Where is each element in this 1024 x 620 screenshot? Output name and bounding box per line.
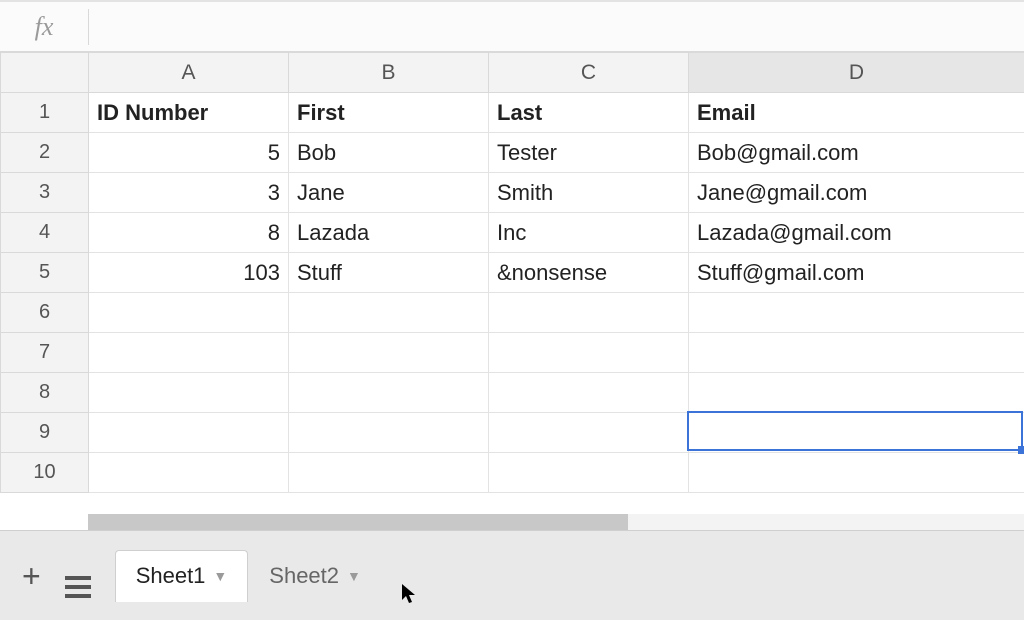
cell-C7[interactable] <box>489 333 689 373</box>
cell-D2[interactable]: Bob@gmail.com <box>689 133 1024 173</box>
cell-A10[interactable] <box>89 453 289 493</box>
cell-B5[interactable]: Stuff <box>289 253 489 293</box>
cell-D5[interactable]: Stuff@gmail.com <box>689 253 1024 293</box>
row-header-2[interactable]: 2 <box>1 133 89 173</box>
cell-C1[interactable]: Last <box>489 93 689 133</box>
cell-D4[interactable]: Lazada@gmail.com <box>689 213 1024 253</box>
cell-C3[interactable]: Smith <box>489 173 689 213</box>
cell-A7[interactable] <box>89 333 289 373</box>
cell-C2[interactable]: Tester <box>489 133 689 173</box>
formula-bar: fx <box>0 0 1024 52</box>
row-header-3[interactable]: 3 <box>1 173 89 213</box>
cell-A4[interactable]: 8 <box>89 213 289 253</box>
cell-D8[interactable] <box>689 373 1024 413</box>
cell-C6[interactable] <box>489 293 689 333</box>
cell-A1[interactable]: ID Number <box>89 93 289 133</box>
row-header-10[interactable]: 10 <box>1 453 89 493</box>
cell-D9[interactable] <box>689 413 1024 453</box>
chevron-down-icon[interactable]: ▼ <box>213 568 227 584</box>
add-sheet-button[interactable]: + <box>22 560 41 592</box>
column-header-A[interactable]: A <box>89 53 289 93</box>
sheet-tab-sheet1[interactable]: Sheet1 ▼ <box>115 550 249 602</box>
cell-B7[interactable] <box>289 333 489 373</box>
column-header-D[interactable]: D <box>689 53 1024 93</box>
row-header-7[interactable]: 7 <box>1 333 89 373</box>
cell-A3[interactable]: 3 <box>89 173 289 213</box>
cell-A2[interactable]: 5 <box>89 133 289 173</box>
all-sheets-button[interactable] <box>65 553 91 598</box>
cell-A8[interactable] <box>89 373 289 413</box>
row-header-1[interactable]: 1 <box>1 93 89 133</box>
cell-B4[interactable]: Lazada <box>289 213 489 253</box>
cell-A9[interactable] <box>89 413 289 453</box>
column-header-B[interactable]: B <box>289 53 489 93</box>
cell-A6[interactable] <box>89 293 289 333</box>
cell-B9[interactable] <box>289 413 489 453</box>
cell-B10[interactable] <box>289 453 489 493</box>
cell-B1[interactable]: First <box>289 93 489 133</box>
cell-C9[interactable] <box>489 413 689 453</box>
row-header-4[interactable]: 4 <box>1 213 89 253</box>
sheet-tab-label: Sheet1 <box>136 563 206 589</box>
row-header-9[interactable]: 9 <box>1 413 89 453</box>
column-header-C[interactable]: C <box>489 53 689 93</box>
horizontal-scrollbar-track[interactable] <box>88 514 1024 530</box>
menu-icon <box>65 576 91 598</box>
sheet-tab-strip: + Sheet1 ▼ Sheet2 ▼ <box>0 530 1024 620</box>
cell-B3[interactable]: Jane <box>289 173 489 213</box>
cell-D10[interactable] <box>689 453 1024 493</box>
horizontal-scrollbar-thumb[interactable] <box>88 514 628 530</box>
cell-D6[interactable] <box>689 293 1024 333</box>
cell-B8[interactable] <box>289 373 489 413</box>
cell-C10[interactable] <box>489 453 689 493</box>
cell-D1[interactable]: Email <box>689 93 1024 133</box>
formula-input[interactable] <box>88 9 1024 45</box>
row-header-8[interactable]: 8 <box>1 373 89 413</box>
cell-B2[interactable]: Bob <box>289 133 489 173</box>
cell-D7[interactable] <box>689 333 1024 373</box>
spreadsheet-grid[interactable]: ABCD1ID NumberFirstLastEmail25BobTesterB… <box>0 52 1024 530</box>
row-header-6[interactable]: 6 <box>1 293 89 333</box>
fx-icon: fx <box>0 12 88 42</box>
cell-A5[interactable]: 103 <box>89 253 289 293</box>
cell-C5[interactable]: &nonsense <box>489 253 689 293</box>
sheet-tab-label: Sheet2 <box>269 563 339 589</box>
select-all-corner[interactable] <box>1 53 89 93</box>
cell-C8[interactable] <box>489 373 689 413</box>
cell-C4[interactable]: Inc <box>489 213 689 253</box>
sheet-tab-sheet2[interactable]: Sheet2 ▼ <box>248 550 382 602</box>
chevron-down-icon[interactable]: ▼ <box>347 568 361 584</box>
row-header-5[interactable]: 5 <box>1 253 89 293</box>
cell-B6[interactable] <box>289 293 489 333</box>
cell-D3[interactable]: Jane@gmail.com <box>689 173 1024 213</box>
